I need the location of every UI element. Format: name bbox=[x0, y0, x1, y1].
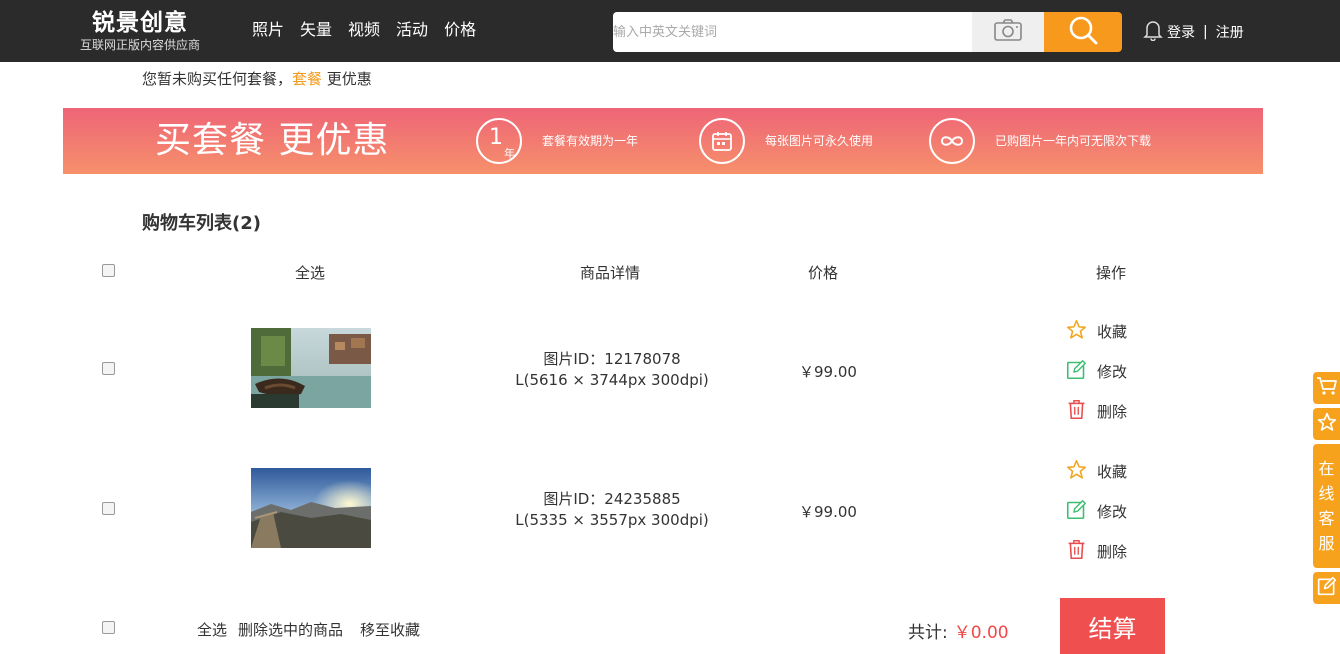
product-thumbnail[interactable] bbox=[251, 468, 371, 548]
item-checkbox[interactable] bbox=[102, 362, 115, 375]
service-char: 线 bbox=[1318, 484, 1335, 503]
product-spec: L(5616 × 3744px 300dpi) bbox=[515, 371, 709, 389]
feature-unlimited: 已购图片一年内可无限次下载 bbox=[929, 118, 1151, 164]
sidebar-feedback-button[interactable] bbox=[1313, 572, 1340, 604]
logo-subtitle: 互联网正版内容供应商 bbox=[79, 38, 200, 52]
item-checkbox[interactable] bbox=[102, 502, 115, 515]
calendar-icon bbox=[699, 118, 745, 164]
product-id: 图片ID：24235885 bbox=[543, 490, 681, 508]
logo-title: 锐景创意 bbox=[92, 10, 188, 36]
total-label: 共计: bbox=[908, 623, 948, 643]
feature-permanent-text: 每张图片可永久使用 bbox=[765, 134, 874, 148]
service-char: 服 bbox=[1318, 534, 1335, 553]
total-amount: ￥0.00 bbox=[953, 623, 1009, 643]
col-price: 价格 bbox=[808, 264, 839, 282]
account-separator: | bbox=[1203, 24, 1208, 40]
edit-icon bbox=[1066, 359, 1097, 384]
image-search-button[interactable] bbox=[972, 12, 1044, 52]
star-icon bbox=[1317, 412, 1337, 436]
edit-icon bbox=[1066, 499, 1097, 524]
feature-one-year-text: 套餐有效期为一年 bbox=[542, 134, 639, 148]
col-detail: 商品详情 bbox=[580, 264, 641, 282]
product-detail: 图片ID：12178078 L(5616 × 3744px 300dpi) bbox=[482, 349, 742, 391]
nav-activity[interactable]: 活动 bbox=[396, 18, 428, 42]
main-nav: 照片 矢量 视频 活动 价格 bbox=[252, 18, 476, 42]
feature-permanent: 每张图片可永久使用 bbox=[699, 118, 873, 164]
nav-video[interactable]: 视频 bbox=[348, 18, 380, 42]
footer-select-all[interactable]: 全选 bbox=[197, 619, 227, 640]
package-notice: 您暂未购买任何套餐，套餐 更优惠 bbox=[142, 69, 372, 89]
star-icon bbox=[1066, 459, 1097, 484]
edit-label: 修改 bbox=[1097, 503, 1128, 521]
nav-vector[interactable]: 矢量 bbox=[300, 18, 332, 42]
feature-unlimited-text: 已购图片一年内可无限次下载 bbox=[995, 134, 1152, 148]
product-detail: 图片ID：24235885 L(5335 × 3557px 300dpi) bbox=[482, 489, 742, 531]
nav-photo[interactable]: 照片 bbox=[252, 18, 284, 42]
product-price: ￥99.00 bbox=[799, 503, 857, 521]
product-spec: L(5335 × 3557px 300dpi) bbox=[515, 511, 709, 529]
star-icon bbox=[1066, 319, 1097, 344]
col-ops: 操作 bbox=[1096, 264, 1127, 282]
package-link[interactable]: 套餐 bbox=[292, 70, 322, 88]
one-year-icon: 1 年 bbox=[476, 118, 522, 164]
nav-price[interactable]: 价格 bbox=[444, 18, 476, 42]
favorite-button[interactable]: 收藏 bbox=[1066, 459, 1127, 484]
service-char: 在 bbox=[1318, 459, 1335, 478]
login-link[interactable]: 登录 bbox=[1167, 22, 1195, 42]
checkout-button[interactable]: 结算 bbox=[1060, 598, 1165, 654]
feature-one-year: 1 年 套餐有效期为一年 bbox=[476, 118, 638, 164]
favorite-label: 收藏 bbox=[1097, 323, 1128, 341]
favorite-label: 收藏 bbox=[1097, 463, 1128, 481]
edit-button[interactable]: 修改 bbox=[1066, 359, 1127, 384]
select-all-checkbox-bottom[interactable] bbox=[102, 621, 115, 634]
cart-icon bbox=[1316, 376, 1338, 400]
product-thumbnail[interactable] bbox=[251, 328, 371, 408]
move-to-favorites-button[interactable]: 移至收藏 bbox=[360, 619, 420, 640]
delete-button[interactable]: 删除 bbox=[1066, 539, 1127, 564]
product-price: ￥99.00 bbox=[799, 363, 857, 381]
promo-banner[interactable]: 买套餐 更优惠 1 年 套餐有效期为一年 每张图片可永久使用 已购图片一年内可无… bbox=[63, 108, 1263, 174]
favorite-button[interactable]: 收藏 bbox=[1066, 319, 1127, 344]
delete-label: 删除 bbox=[1097, 543, 1128, 561]
cart-total: 共计: ￥0.00 bbox=[908, 618, 1009, 643]
bell-icon[interactable] bbox=[1143, 19, 1163, 45]
top-header: 锐景创意 互联网正版内容供应商 照片 矢量 视频 活动 价格 登录 | 注册 bbox=[0, 0, 1340, 62]
notice-prefix: 您暂未购买任何套餐， bbox=[142, 70, 293, 88]
search-icon bbox=[1067, 14, 1099, 50]
infinity-icon bbox=[929, 118, 975, 164]
select-all-checkbox-top[interactable] bbox=[102, 264, 115, 277]
account-links: 登录 | 注册 bbox=[1143, 19, 1244, 45]
edit-button[interactable]: 修改 bbox=[1066, 499, 1127, 524]
edit-label: 修改 bbox=[1097, 363, 1128, 381]
edit-icon bbox=[1317, 576, 1337, 600]
trash-icon bbox=[1066, 399, 1097, 424]
sidebar-online-service[interactable]: 在 线 客 服 bbox=[1313, 444, 1340, 568]
cart-title: 购物车列表(2) bbox=[142, 213, 261, 234]
sidebar-cart-button[interactable] bbox=[1313, 372, 1340, 404]
delete-selected-button[interactable]: 删除选中的商品 bbox=[238, 619, 343, 640]
banner-title: 买套餐 更优惠 bbox=[155, 120, 390, 161]
trash-icon bbox=[1066, 539, 1097, 564]
camera-icon bbox=[993, 18, 1023, 46]
product-id: 图片ID：12178078 bbox=[543, 350, 681, 368]
search-input[interactable] bbox=[613, 12, 972, 52]
delete-label: 删除 bbox=[1097, 403, 1128, 421]
col-select-all[interactable]: 全选 bbox=[295, 262, 325, 283]
site-logo[interactable]: 锐景创意 互联网正版内容供应商 bbox=[70, 8, 210, 52]
search-button[interactable] bbox=[1044, 12, 1122, 52]
delete-button[interactable]: 删除 bbox=[1066, 399, 1127, 424]
notice-suffix: 更优惠 bbox=[322, 70, 372, 88]
register-link[interactable]: 注册 bbox=[1216, 22, 1244, 42]
sidebar-favorite-button[interactable] bbox=[1313, 408, 1340, 440]
search-bar bbox=[613, 12, 1122, 52]
service-char: 客 bbox=[1318, 509, 1335, 528]
